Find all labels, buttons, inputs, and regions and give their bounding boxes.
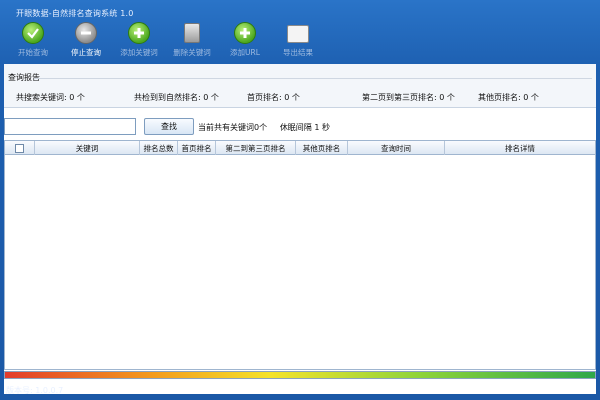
- table-header: 关键词 排名总数 首页排名 第二到第三页排名 其他页排名 查询时间 排名详情: [5, 141, 595, 155]
- progress-bar: [4, 371, 596, 379]
- stat-natural-found: 共检到到自然排名: 0 个: [134, 93, 219, 102]
- export-results-button[interactable]: 导出结果: [273, 22, 323, 62]
- col-total-rank[interactable]: 排名总数: [140, 141, 178, 155]
- start-query-button[interactable]: 开始查询: [8, 22, 58, 62]
- stop-query-label: 停止查询: [71, 48, 101, 57]
- stop-query-button[interactable]: 停止查询: [61, 22, 111, 62]
- col-page-2-3[interactable]: 第二到第三页排名: [216, 141, 296, 155]
- results-table[interactable]: 关键词 排名总数 首页排名 第二到第三页排名 其他页排名 查询时间 排名详情: [4, 140, 596, 370]
- add-url-button[interactable]: 添加URL: [220, 22, 270, 62]
- report-divider: [34, 78, 592, 79]
- add-keyword-button[interactable]: 添加关键词: [114, 22, 164, 62]
- stat-other-pages: 其他页排名: 0 个: [478, 93, 539, 102]
- stop-icon: [75, 22, 97, 44]
- check-icon: [22, 22, 44, 44]
- delete-keyword-label: 删除关键词: [173, 48, 211, 57]
- col-query-time[interactable]: 查询时间: [348, 141, 445, 155]
- app-window: 开眼数据-自然排名查询系统 1.0 开始查询 停止查询 添加关键词 删除关键词: [0, 0, 600, 400]
- add-url-label: 添加URL: [230, 48, 260, 57]
- toolbar: 开始查询 停止查询 添加关键词 删除关键词 添加URL 导出结果: [8, 22, 338, 62]
- search-button[interactable]: 查找: [144, 118, 194, 135]
- add-keyword-label: 添加关键词: [120, 48, 158, 57]
- search-input[interactable]: [4, 118, 136, 135]
- start-query-label: 开始查询: [18, 48, 48, 57]
- select-all-cell[interactable]: [5, 141, 35, 155]
- col-rank-details[interactable]: 排名详情: [445, 141, 595, 155]
- delete-keyword-button[interactable]: 删除关键词: [167, 22, 217, 62]
- export-results-label: 导出结果: [283, 48, 313, 57]
- calendar-icon: [287, 22, 309, 44]
- stat-first-page: 首页排名: 0 个: [247, 93, 300, 102]
- keyword-count-text: 当前共有关键词0个 休眠间隔 1 秒: [198, 123, 330, 132]
- version-label: 版本号: 1.0.0.7: [6, 386, 64, 395]
- col-other-pages[interactable]: 其他页排名: [296, 141, 348, 155]
- query-report: 查询报告 共搜索关键词: 0 个 共检到到自然排名: 0 个 首页排名: 0 个…: [4, 64, 596, 108]
- plus-icon: [128, 22, 150, 44]
- sleep-interval-text: 休眠间隔 1 秒: [279, 123, 330, 132]
- stat-total-keywords: 共搜索关键词: 0 个: [16, 93, 85, 102]
- window-title: 开眼数据-自然排名查询系统 1.0: [16, 9, 134, 18]
- trash-icon: [181, 22, 203, 44]
- col-keyword[interactable]: 关键词: [35, 141, 140, 155]
- col-first-page[interactable]: 首页排名: [178, 141, 216, 155]
- stat-page-2-3: 第二页到第三页排名: 0 个: [362, 93, 455, 102]
- plus-icon: [234, 22, 256, 44]
- select-all-checkbox[interactable]: [15, 143, 24, 153]
- search-row: 查找 当前共有关键词0个 休眠间隔 1 秒: [4, 116, 596, 136]
- main-panel: 查询报告 共搜索关键词: 0 个 共检到到自然排名: 0 个 首页排名: 0 个…: [4, 64, 596, 394]
